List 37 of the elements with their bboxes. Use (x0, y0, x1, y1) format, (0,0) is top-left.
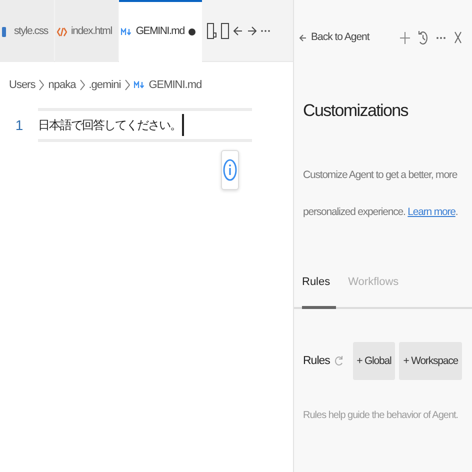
learn-more-link[interactable]: Learn more (408, 206, 456, 218)
breadcrumb-item[interactable]: Users (9, 76, 36, 94)
breadcrumb-item[interactable]: GEMINI.md (148, 76, 202, 94)
text-cursor (182, 114, 184, 136)
info-button[interactable] (221, 150, 239, 190)
more-icon[interactable] (436, 36, 446, 40)
forward-arrow-icon[interactable] (247, 24, 258, 36)
info-icon (223, 159, 237, 181)
more-icon[interactable] (261, 28, 270, 32)
add-rule-button[interactable]: + Workspace (399, 342, 462, 380)
history-icon[interactable] (418, 30, 428, 46)
breadcrumb-item[interactable]: npaka (48, 76, 76, 94)
markdown-icon (120, 28, 132, 36)
line-number: 1 (14, 116, 24, 134)
section-title: Rules (303, 354, 330, 369)
panel-tab[interactable]: Rules (302, 257, 336, 310)
code-brackets-icon (56, 26, 67, 38)
description-text: Customize Agent to get a better, more personalized experience. Learn more. (302, 168, 459, 220)
markdown-icon (134, 81, 145, 89)
add-rule-button[interactable]: + Global (352, 342, 396, 380)
panel-title: Customizations (302, 100, 410, 122)
split-editor-icon[interactable] (207, 22, 218, 38)
left-arrow-icon (299, 34, 307, 42)
hint-text: Rules help guide the behavior of Agent. (303, 409, 460, 424)
code-line: 日本語で回答してください。 (38, 108, 252, 142)
back-arrow-icon[interactable] (233, 24, 244, 36)
editor-tab[interactable]: GEMINI.md (118, 0, 202, 62)
editor-tab[interactable]: index.html (54, 0, 118, 62)
plus-icon[interactable] (400, 30, 410, 44)
chevron-icon (39, 79, 44, 91)
chevron-icon (80, 79, 85, 91)
close-icon[interactable] (454, 31, 462, 44)
layout-icon[interactable] (221, 22, 230, 38)
editor-tab[interactable]: style.css (0, 0, 54, 62)
back-link[interactable]: Back to Agent (299, 30, 370, 46)
chevron-icon (124, 79, 130, 91)
breadcrumb-item[interactable]: .gemini (88, 76, 121, 94)
